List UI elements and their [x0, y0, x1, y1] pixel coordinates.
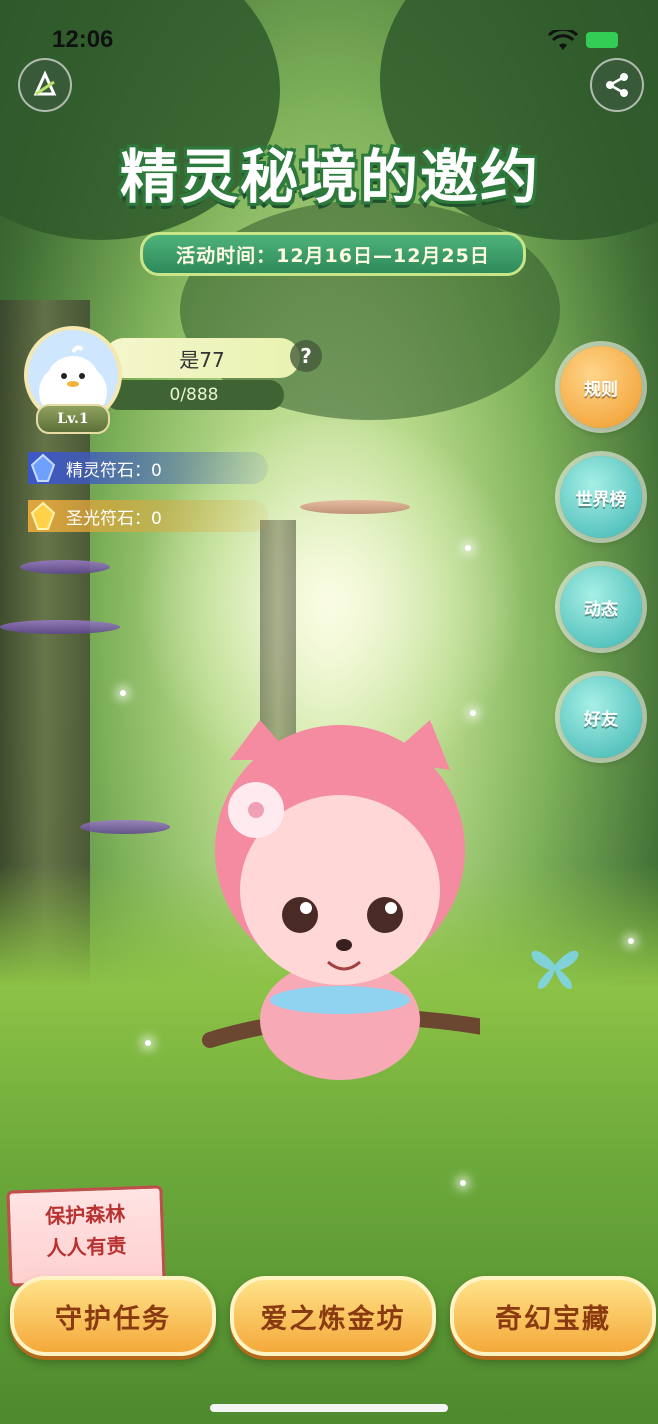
level-badge: Lv.1	[36, 404, 110, 434]
holy-stone-counter: 圣光符石：0	[28, 500, 268, 532]
player-profile[interactable]: 是77 0/888 Lv.1	[24, 320, 324, 434]
activity-feed-button[interactable]: 动态	[560, 566, 642, 648]
battery-charging-icon	[586, 32, 618, 48]
back-logo-button[interactable]	[18, 58, 72, 112]
friends-button[interactable]: 好友	[560, 676, 642, 758]
event-header: 精灵秘境的邀约 活动时间：12月16日—12月25日	[60, 130, 600, 280]
guardian-task-button[interactable]: 守护任务	[10, 1276, 216, 1356]
home-indicator[interactable]	[210, 1404, 448, 1412]
forest-sign-line2: 人人有责	[45, 1233, 127, 1261]
rules-button[interactable]: 规则	[560, 346, 642, 428]
share-icon	[606, 73, 628, 97]
spirit-stone-label: 精灵符石：0	[66, 460, 162, 481]
status-time: 12:06	[52, 26, 114, 53]
world-ranking-button[interactable]: 世界榜	[560, 456, 642, 538]
sparkle	[120, 690, 126, 696]
help-button[interactable]: ?	[290, 340, 322, 372]
butterfly-icon	[531, 950, 579, 989]
sparkle	[628, 938, 634, 944]
app-logo-icon	[33, 70, 57, 96]
sparkle	[460, 1180, 466, 1186]
event-date-banner: 活动时间：12月16日—12月25日	[140, 232, 526, 276]
sparkle	[465, 545, 471, 551]
fantasy-treasure-button[interactable]: 奇幻宝藏	[450, 1276, 656, 1356]
mushroom	[0, 620, 120, 634]
player-progress: 0/888	[104, 380, 284, 410]
mushroom	[80, 820, 170, 834]
gold-crystal-icon	[30, 501, 56, 530]
status-bar: 12:06	[0, 0, 658, 80]
alchemy-workshop-button[interactable]: 爱之炼金坊	[230, 1276, 436, 1356]
forest-sign-line1: 保护森林	[44, 1201, 126, 1229]
wifi-icon	[548, 30, 578, 50]
share-button[interactable]	[590, 58, 644, 112]
spirit-stone-counter: 精灵符石：0	[28, 452, 268, 484]
mushroom	[300, 500, 410, 514]
pink-fox-character	[202, 720, 480, 1080]
event-title: 精灵秘境的邀约	[119, 143, 540, 211]
holy-stone-label: 圣光符石：0	[66, 508, 162, 529]
sparkle	[145, 1040, 151, 1046]
protect-forest-sign[interactable]: 保护森林 人人有责	[6, 1185, 166, 1287]
blue-crystal-icon	[30, 453, 56, 482]
player-name: 是77	[104, 338, 300, 378]
mushroom	[20, 560, 110, 574]
